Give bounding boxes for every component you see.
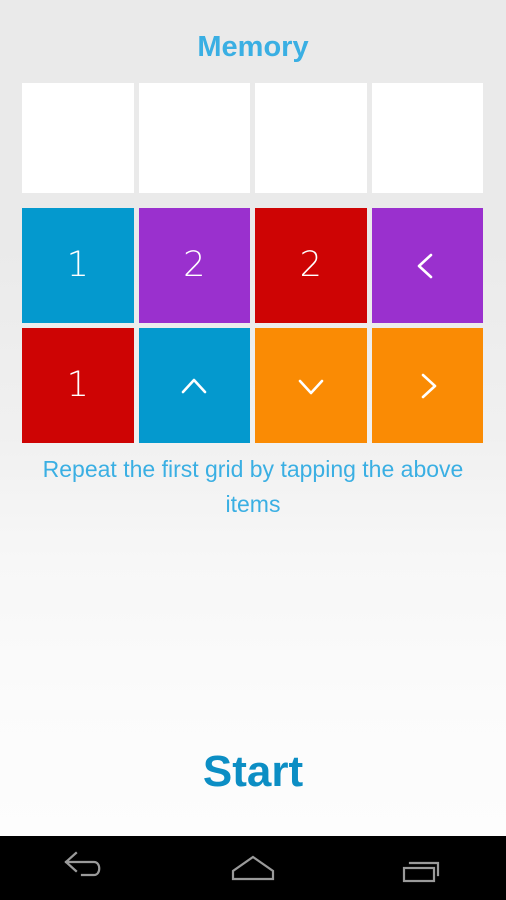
tile-number[interactable]: 1	[22, 208, 134, 323]
instruction-text: Repeat the first grid by tapping the abo…	[42, 456, 464, 517]
chevron-right-icon	[410, 369, 444, 403]
target-sequence-grid	[22, 83, 483, 193]
tile-number[interactable]: 1	[22, 328, 134, 443]
tile-label: 2	[183, 245, 206, 285]
tile-chevron-left[interactable]	[371, 208, 483, 323]
tile-chevron-right[interactable]	[371, 328, 483, 443]
target-cell-empty	[255, 83, 367, 193]
target-cell-empty	[371, 83, 483, 193]
back-icon	[58, 851, 110, 885]
chevron-down-icon	[294, 369, 328, 403]
android-navigation-bar	[0, 836, 506, 900]
tile-label: 2	[299, 245, 322, 285]
tile-chevron-down[interactable]	[255, 328, 367, 443]
tile-label: 1	[66, 365, 89, 405]
input-tile-grid[interactable]: 1 2 2 1	[22, 208, 483, 443]
tile-chevron-up[interactable]	[138, 328, 250, 443]
recents-icon	[394, 851, 450, 885]
recents-button[interactable]	[367, 836, 477, 900]
tile-label: 1	[66, 245, 89, 285]
tile-number[interactable]: 2	[138, 208, 250, 323]
app-screen: Memory 1 2 2 1 Repeat the first grid by tap…	[0, 0, 506, 836]
app-root: Memory 1 2 2 1 Repeat the first grid by tap…	[0, 0, 506, 900]
chevron-up-icon	[177, 369, 211, 403]
home-button[interactable]	[198, 836, 308, 900]
chevron-left-icon	[410, 249, 444, 283]
tile-number[interactable]: 2	[255, 208, 367, 323]
back-button[interactable]	[29, 836, 139, 900]
start-button[interactable]: Start	[0, 744, 506, 800]
home-icon	[225, 851, 281, 885]
page-title: Memory	[197, 31, 309, 63]
target-cell-empty	[138, 83, 250, 193]
target-cell-empty	[22, 83, 134, 193]
